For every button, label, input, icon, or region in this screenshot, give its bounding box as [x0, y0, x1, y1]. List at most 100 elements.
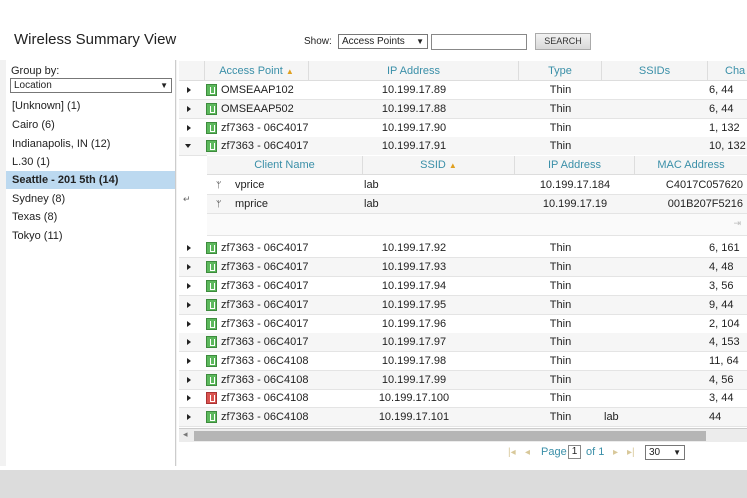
subgrid-header-label: IP Address [548, 159, 601, 171]
subgrid-header-ssid[interactable]: SSID ▲ [363, 156, 515, 175]
ap-channels: 6, 44 [709, 84, 734, 96]
table-row[interactable]: zf7363 - 06C4017 10.199.17.96 Thin 2, 104 [179, 315, 747, 334]
sidebar-item-location[interactable]: [Unknown] (1) [6, 97, 175, 115]
grid-header-access-point[interactable]: Access Point ▲ [205, 61, 309, 81]
sidebar-item-location[interactable]: Tokyo (11) [6, 227, 175, 245]
grid-header-ip-address[interactable]: IP Address [309, 61, 519, 81]
ap-name: zf7363 - 06C4017 [221, 261, 309, 273]
chevron-down-icon: ▼ [416, 37, 424, 46]
grid-header-channels[interactable]: Cha [708, 61, 747, 81]
ap-channels: 11, 64 [709, 355, 739, 367]
expand-row-icon[interactable] [187, 321, 191, 327]
grid-header-label: IP Address [387, 65, 440, 77]
table-row[interactable]: zf7363 - 06C4108 10.199.17.101 Thin lab 44 [179, 408, 747, 427]
expand-row-icon[interactable] [187, 106, 191, 112]
ap-type: Thin [549, 242, 572, 254]
table-row[interactable]: zf7363 - 06C4017 10.199.17.90 Thin 1, 132 [179, 119, 747, 138]
sidebar-item-location[interactable]: Sydney (8) [6, 190, 175, 208]
ap-ip: 10.199.17.96 [381, 318, 447, 330]
group-by-label: Group by: [11, 65, 60, 77]
show-select[interactable]: Access Points ▼ [338, 34, 428, 49]
grid-header-expander [179, 61, 205, 81]
group-by-value: Location [14, 80, 52, 91]
ap-channels: 3, 44 [709, 392, 734, 404]
ap-channels: 1, 132 [709, 122, 740, 134]
client-row[interactable]: ᛘ mprice lab 10.199.17.19 001B207F5216 [207, 195, 747, 214]
sidebar-item-location[interactable]: Seattle - 201 5th (14) [6, 171, 175, 189]
grid-header-label: SSIDs [638, 65, 671, 77]
scroll-left-icon[interactable]: ◂ [183, 429, 188, 440]
ap-ip: 10.199.17.95 [381, 299, 447, 311]
table-row[interactable]: zf7363 - 06C4108 10.199.17.100 Thin 3, 44 [179, 389, 747, 408]
horizontal-scrollbar[interactable]: ◂ [179, 428, 747, 442]
access-point-status-icon [206, 122, 217, 134]
table-row[interactable]: zf7363 - 06C4017 10.199.17.93 Thin 4, 48 [179, 258, 747, 277]
subgrid-header-client-name[interactable]: Client Name [207, 156, 363, 175]
collapse-row-icon[interactable] [185, 144, 191, 148]
next-page-icon[interactable]: ▸ [613, 447, 618, 458]
table-row[interactable]: zf7363 - 06C4017 10.199.17.97 Thin 4, 153 [179, 333, 747, 352]
ap-ssids [604, 81, 708, 99]
client-device-icon: ᛘ [216, 199, 222, 209]
table-row[interactable]: OMSEAAP502 10.199.17.88 Thin 6, 44 [179, 100, 747, 119]
sidebar-item-location[interactable]: Indianapolis, IN (12) [6, 135, 175, 153]
grid-header-label: Type [548, 65, 572, 77]
ap-name: zf7363 - 06C4017 [221, 280, 309, 292]
ap-ssids: lab [604, 411, 619, 423]
expand-row-icon[interactable] [187, 358, 191, 364]
grid-header-type[interactable]: Type [519, 61, 602, 81]
expand-row-icon[interactable] [187, 245, 191, 251]
ap-ip: 10.199.17.100 [378, 392, 450, 404]
client-name: mprice [235, 198, 269, 210]
table-row[interactable]: zf7363 - 06C4108 10.199.17.99 Thin 4, 56 [179, 371, 747, 390]
ap-name: zf7363 - 06C4108 [221, 392, 309, 404]
expand-row-icon[interactable] [187, 377, 191, 383]
table-row[interactable]: zf7363 - 06C4017 10.199.17.92 Thin 6, 161 [179, 239, 747, 258]
access-point-status-icon [206, 392, 217, 404]
ap-name: zf7363 - 06C4017 [221, 242, 309, 254]
first-page-icon[interactable]: |◂ [508, 447, 516, 458]
expand-row-icon[interactable] [187, 395, 191, 401]
search-button[interactable]: SEARCH [535, 33, 591, 50]
expand-row-icon[interactable] [187, 264, 191, 270]
expand-row-icon[interactable] [187, 339, 191, 345]
ap-channels: 6, 44 [709, 103, 734, 115]
access-point-status-icon [206, 299, 217, 311]
client-row[interactable]: ᛘ vprice lab 10.199.17.184 C4017C057620 [207, 176, 747, 195]
expand-row-icon[interactable] [187, 414, 191, 420]
expand-row-icon[interactable] [187, 302, 191, 308]
page-count-label: of 1 [586, 446, 605, 458]
table-row[interactable]: zf7363 - 06C4017 10.199.17.91 Thin 10, 132 [179, 137, 747, 156]
table-row[interactable]: zf7363 - 06C4017 10.199.17.94 Thin 3, 56 [179, 277, 747, 296]
ap-ip: 10.199.17.91 [381, 140, 447, 152]
ap-ssids [604, 239, 708, 257]
access-point-status-icon [206, 140, 217, 152]
prev-page-icon[interactable]: ◂ [525, 447, 530, 458]
page-size-select[interactable]: 30 ▼ [645, 445, 685, 460]
sidebar-item-location[interactable]: Cairo (6) [6, 116, 175, 134]
page-number-input[interactable]: 1 [568, 445, 581, 459]
table-row[interactable]: OMSEAAP102 10.199.17.89 Thin 6, 44 [179, 81, 747, 100]
ap-type: Thin [549, 103, 572, 115]
access-point-status-icon [206, 411, 217, 423]
expand-row-icon[interactable] [187, 87, 191, 93]
subgrid-header-mac-address[interactable]: MAC Address [635, 156, 747, 175]
table-row[interactable]: zf7363 - 06C4108 10.199.17.98 Thin 11, 64 [179, 352, 747, 371]
table-row[interactable]: zf7363 - 06C4017 10.199.17.95 Thin 9, 44 [179, 296, 747, 315]
sidebar-item-location[interactable]: L.30 (1) [6, 153, 175, 171]
ap-ssids [604, 389, 708, 407]
ap-name: OMSEAAP502 [221, 103, 294, 115]
ap-name: OMSEAAP102 [221, 84, 294, 96]
scroll-thumb[interactable] [194, 431, 706, 441]
last-page-icon[interactable]: ▸| [627, 447, 635, 458]
search-input[interactable] [431, 34, 527, 50]
ap-ssids [604, 100, 708, 118]
grid-header-label: Access Point [219, 65, 283, 77]
subgrid-header-ip-address[interactable]: IP Address [515, 156, 635, 175]
expand-row-icon[interactable] [187, 283, 191, 289]
group-by-select[interactable]: Location ▼ [10, 78, 172, 93]
grid-header-ssids[interactable]: SSIDs [602, 61, 708, 81]
expand-row-icon[interactable] [187, 125, 191, 131]
arrow-right-icon[interactable]: ⇥ [733, 218, 741, 229]
sidebar-item-location[interactable]: Texas (8) [6, 208, 175, 226]
